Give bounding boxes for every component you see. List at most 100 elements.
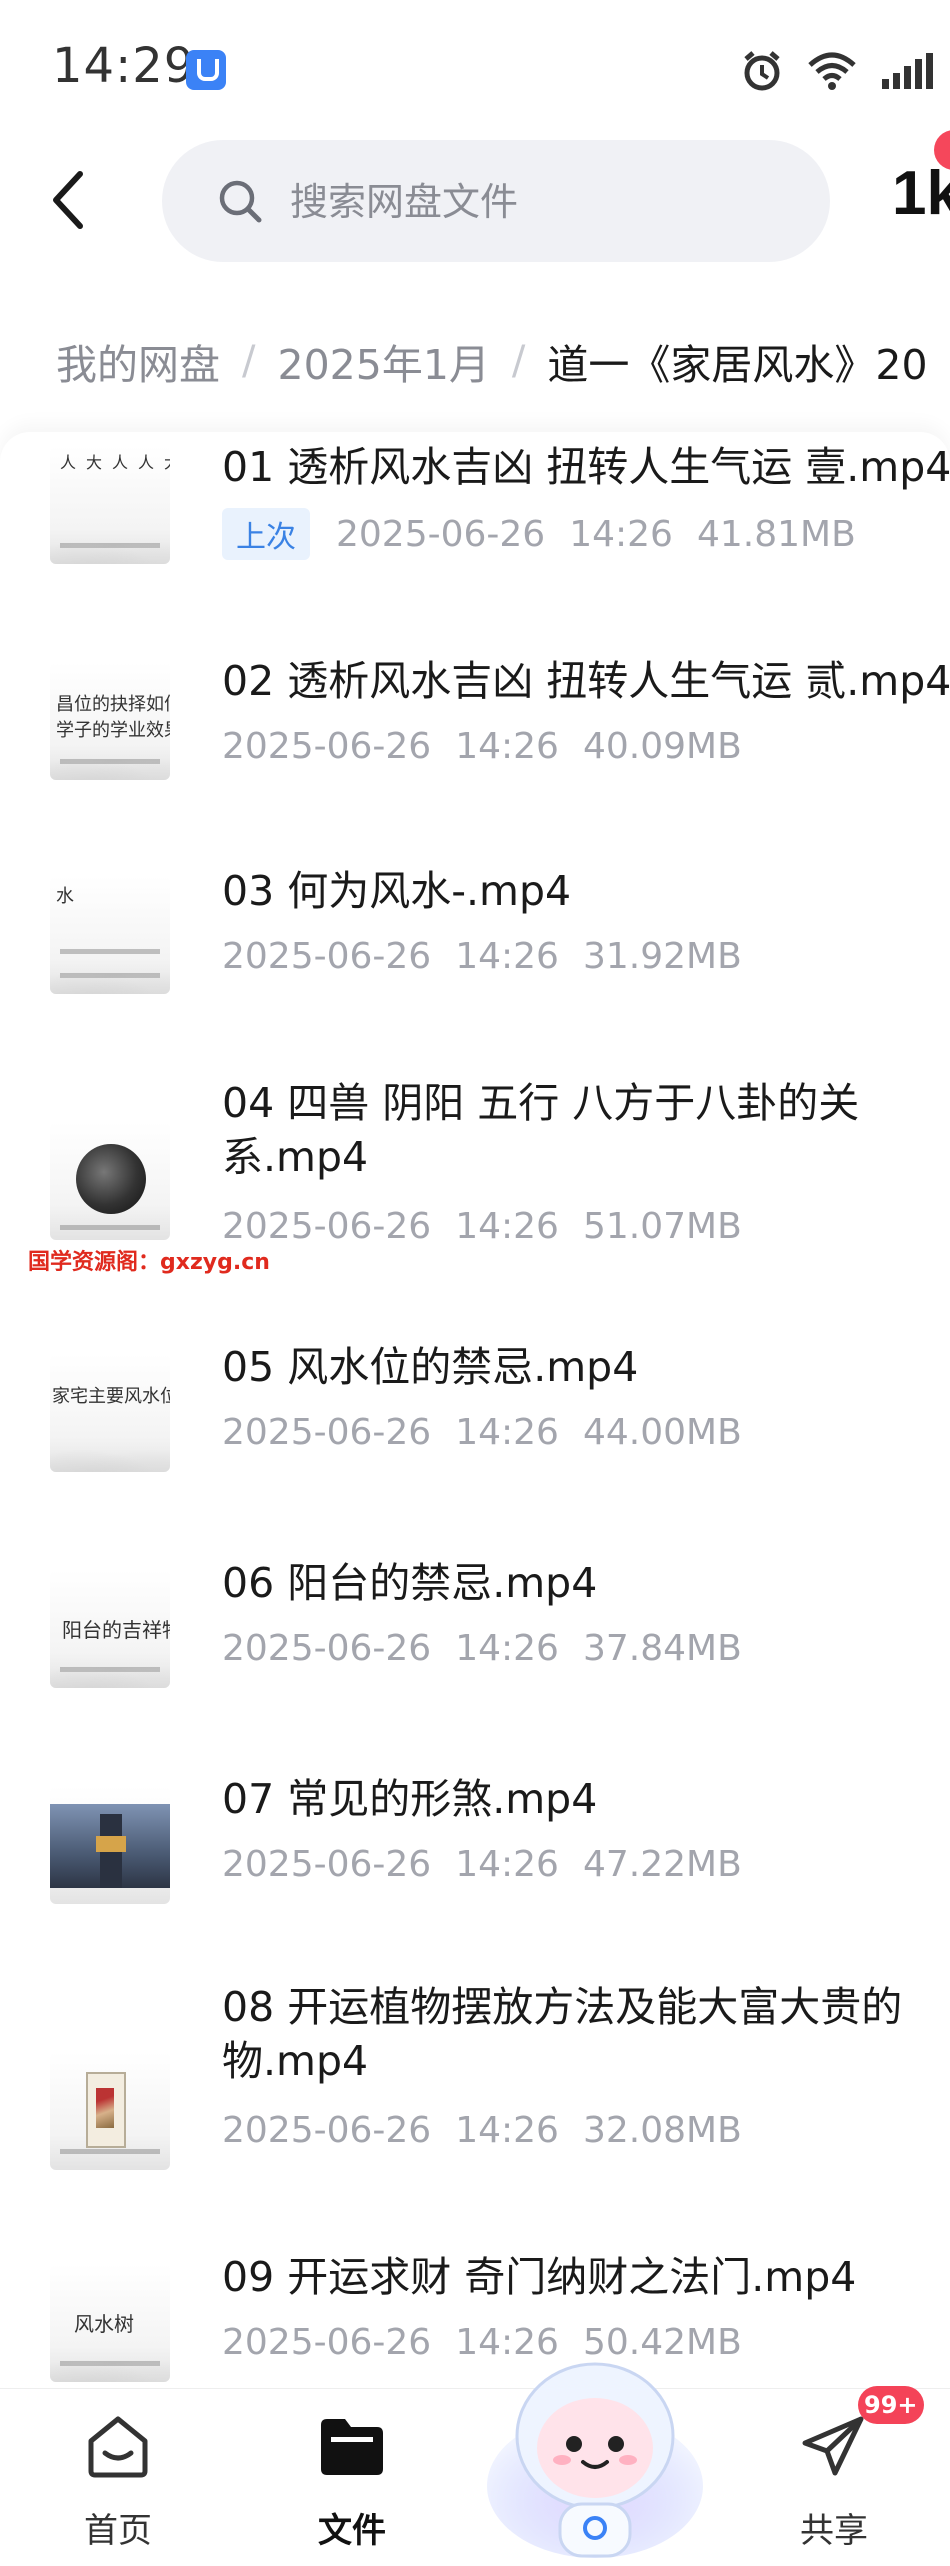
alarm-icon [744, 51, 780, 91]
file-meta: 2025-06-26 14:26 40.09MB [222, 726, 766, 767]
file-time: 14:26 [569, 513, 673, 555]
watermark-text: 国学资源阁：gxzyg.cn [28, 1250, 270, 1275]
file-name: 09 开运求财 奇门纳财之法门.mp4 [222, 2253, 857, 2301]
file-date: 2025-06-26 [222, 1844, 432, 1885]
file-date: 2025-06-26 [222, 2322, 432, 2363]
file-name: 07 常见的形煞.mp4 [222, 1775, 598, 1823]
file-list: 人 大 人 人 大 01 透析风水吉凶 扭转人生气运 壹.mp4 上次 2025… [0, 432, 950, 2392]
file-name: 02 透析风水吉凶 扭转人生气运 贰.mp4 [222, 657, 950, 705]
search-bar[interactable] [162, 140, 830, 262]
file-size: 31.92MB [582, 936, 742, 977]
thumbnail-text: 家宅主要风水位 [52, 1386, 170, 1407]
file-name: 01 透析风水吉凶 扭转人生气运 壹.mp4 [222, 443, 950, 491]
bottom-nav: 首页 文件 共享 [0, 2388, 950, 2561]
file-row[interactable]: 昌位的抉择如何 学子的学业效果 02 透析风水吉凶 扭转人生气运 贰.mp4 2… [0, 642, 950, 842]
file-thumbnail: 风水树 [50, 2264, 170, 2382]
file-date: 2025-06-26 [222, 1628, 432, 1669]
file-row[interactable]: 水 03 何为风水-.mp4 2025-06-26 14:26 31.92MB [0, 860, 950, 1060]
transfer-count: 1k [892, 159, 950, 228]
thumbnail-text: 阳台的吉祥物 [62, 1618, 170, 1642]
file-size: 41.81MB [696, 513, 856, 555]
file-size: 32.08MB [582, 2110, 742, 2151]
thumbnail-scroll [86, 2072, 126, 2148]
file-name: 08 开运植物摆放方法及能大富大贵的物.mp4 [222, 1983, 903, 2085]
file-time: 14:26 [455, 726, 559, 767]
file-time: 14:26 [455, 1206, 559, 1247]
file-name: 06 阳台的禁忌.mp4 [222, 1559, 598, 1607]
file-date: 2025-06-26 [222, 936, 432, 977]
file-row[interactable]: 07 常见的形煞.mp4 2025-06-26 14:26 47.22MB [0, 1764, 950, 1974]
transfer-list-button[interactable]: 1k [892, 158, 950, 238]
file-time: 14:26 [455, 1844, 559, 1885]
file-row[interactable]: 04 四兽 阴阳 五行 八方于八卦的关系.mp4 2025-06-26 14:2… [0, 1076, 950, 1336]
folder-icon [321, 2419, 383, 2475]
paper-plane-icon [802, 2416, 864, 2476]
file-meta: 上次 2025-06-26 14:26 41.81MB [222, 508, 880, 560]
file-meta: 2025-06-26 14:26 44.00MB [222, 1412, 766, 1453]
last-viewed-badge: 上次 [222, 508, 310, 560]
file-thumbnail: 水 [50, 876, 170, 994]
file-thumbnail: 阳台的吉祥物 [50, 1570, 170, 1688]
file-row[interactable]: 人 大 人 人 大 01 透析风水吉凶 扭转人生气运 壹.mp4 上次 2025… [0, 432, 950, 622]
file-date: 2025-06-26 [222, 1206, 432, 1247]
thumbnail-text: 水 [56, 886, 74, 907]
file-time: 14:26 [455, 1412, 559, 1453]
file-row[interactable]: 08 开运植物摆放方法及能大富大贵的物.mp4 2025-06-26 14:26… [0, 1980, 950, 2240]
app-notification-icon [186, 50, 226, 90]
file-date: 2025-06-26 [222, 726, 432, 767]
file-row[interactable]: 家宅主要风水位 05 风水位的禁忌.mp4 2025-06-26 14:26 4… [0, 1332, 950, 1542]
file-meta: 2025-06-26 14:26 31.92MB [222, 936, 766, 977]
file-thumbnail: 人 大 人 人 大 [50, 446, 170, 564]
file-meta: 2025-06-26 14:26 51.07MB [222, 1206, 766, 1247]
ai-assistant-mascot-icon[interactable] [480, 2336, 710, 2566]
breadcrumb-current: 道一《家居风水》20 [547, 341, 928, 389]
file-date: 2025-06-26 [336, 513, 546, 555]
breadcrumb: 我的网盘 / 2025年1月 / 道一《家居风水》20 [56, 326, 928, 396]
share-badge: 99+ [858, 2386, 924, 2424]
file-time: 14:26 [455, 1628, 559, 1669]
breadcrumb-separator: / [242, 338, 256, 384]
file-size: 37.84MB [582, 1628, 742, 1669]
file-row[interactable]: 风水树 09 开运求财 奇门纳财之法门.mp4 2025-06-26 14:26… [0, 2242, 950, 2402]
file-date: 2025-06-26 [222, 1412, 432, 1453]
breadcrumb-separator: / [511, 338, 526, 384]
status-bar: 14:29 [0, 0, 950, 140]
back-button[interactable] [40, 160, 100, 240]
search-icon [219, 180, 262, 223]
file-size: 47.22MB [582, 1844, 742, 1885]
wifi-icon [808, 52, 856, 90]
file-thumbnail [50, 2052, 170, 2170]
breadcrumb-level1[interactable]: 2025年1月 [277, 331, 489, 391]
file-thumbnail: 家宅主要风水位 [50, 1354, 170, 1472]
status-icons [740, 46, 950, 96]
file-meta: 2025-06-26 14:26 37.84MB [222, 1628, 766, 1669]
file-size: 40.09MB [582, 726, 742, 767]
file-thumbnail [50, 1786, 170, 1904]
signal-icon [882, 53, 933, 89]
file-size: 51.07MB [582, 1206, 742, 1247]
file-time: 14:26 [455, 2110, 559, 2151]
thumbnail-text: 昌位的抉择如何 学子的学业效果 [56, 694, 170, 741]
nav-share-label: 共享 [800, 2511, 868, 2551]
file-name: 03 何为风水-.mp4 [222, 867, 572, 915]
file-meta: 2025-06-26 14:26 32.08MB [222, 2110, 766, 2151]
thumbnail-text: 风水树 [74, 2312, 134, 2336]
file-date: 2025-06-26 [222, 2110, 432, 2151]
file-time: 14:26 [455, 936, 559, 977]
file-meta: 2025-06-26 14:26 47.22MB [222, 1844, 766, 1885]
file-name: 05 风水位的禁忌.mp4 [222, 1343, 639, 1391]
file-row[interactable]: 阳台的吉祥物 06 阳台的禁忌.mp4 2025-06-26 14:26 37.… [0, 1548, 950, 1758]
file-name: 04 四兽 阴阳 五行 八方于八卦的关系.mp4 [222, 1079, 860, 1181]
file-thumbnail: 昌位的抉择如何 学子的学业效果 [50, 662, 170, 780]
search-input[interactable] [288, 170, 792, 234]
nav-files-label: 文件 [318, 2511, 386, 2551]
home-icon [88, 2416, 148, 2478]
thumbnail-text: 人 大 人 人 大 [57, 454, 170, 470]
status-time: 14:29 [52, 38, 196, 94]
file-thumbnail [50, 1122, 170, 1240]
thumbnail-moon [76, 1144, 146, 1214]
file-size: 44.00MB [582, 1412, 742, 1453]
chevron-left-icon [53, 171, 83, 229]
breadcrumb-root[interactable]: 我的网盘 [56, 331, 220, 391]
nav-home-label: 首页 [84, 2511, 152, 2551]
